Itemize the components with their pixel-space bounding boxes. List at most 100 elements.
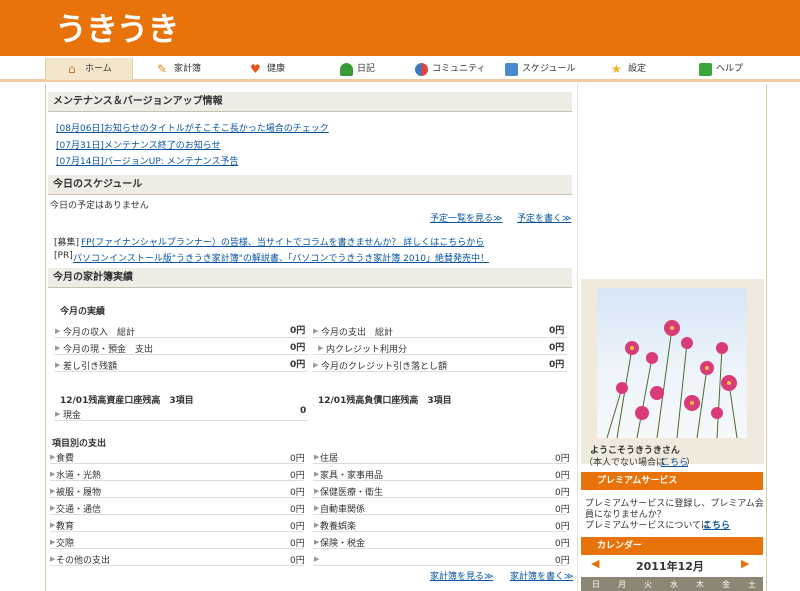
- nav-settings[interactable]: ★ 設定: [611, 58, 646, 80]
- bullet-arrow-icon: ▶: [50, 453, 56, 461]
- nav-health[interactable]: ♥ 健康: [250, 58, 285, 80]
- notice-link[interactable]: パソコンインストール版"うきうき家計簿"の解説書、「パソコンでうきうき家計簿 2…: [73, 251, 489, 264]
- bullet-arrow-icon: ▶: [50, 538, 56, 546]
- kakeibo-header: 今月の家計簿実績: [48, 268, 572, 288]
- schedule-list-link[interactable]: 予定一覧を見る≫: [430, 211, 502, 224]
- nav-label: コミュニティ: [432, 64, 486, 74]
- row-divider: [313, 354, 567, 355]
- maintenance-item[interactable]: [07月14日]バージョンUP: メンテナンス予告: [56, 154, 238, 167]
- bullet-arrow-icon: ▶: [55, 327, 61, 335]
- schedule-write-link[interactable]: 予定を書く≫: [517, 211, 571, 224]
- not-you-suffix: ）: [686, 458, 696, 468]
- category-title: 項目別の支出: [52, 439, 107, 449]
- weekday-label: 木: [696, 580, 704, 589]
- calendar-title: カレンダー: [597, 541, 643, 551]
- calendar-month: 2011年12月: [636, 560, 704, 573]
- bullet-arrow-icon: ▶: [55, 361, 61, 369]
- bullet-arrow-icon: ▶: [55, 410, 61, 418]
- community-icon: [415, 62, 428, 76]
- row-divider: [50, 531, 304, 532]
- notice-prefix: [PR]: [54, 251, 73, 261]
- help-icon: [699, 62, 712, 76]
- result-value: 0円: [290, 360, 306, 370]
- weekday-label: 土: [748, 580, 756, 589]
- asset-value: 0: [300, 406, 307, 416]
- app-header: うきうき: [0, 0, 800, 56]
- assets-title: 12/01残高資産口座残高 3項目: [60, 396, 194, 406]
- maintenance-item[interactable]: [08月06日]お知らせのタイトルがそこそこ長かった場合のチェック: [56, 121, 329, 134]
- bullet-arrow-icon: ▶: [55, 344, 61, 352]
- bullet-arrow-icon: ▶: [313, 361, 319, 369]
- bullet-arrow-icon: ▶: [314, 487, 320, 495]
- bullet-arrow-icon: ▶: [50, 470, 56, 478]
- notice-link[interactable]: FP(ファイナンシャルプランナー）の皆様、当サイトでコラムを書きませんか？ 詳し…: [81, 235, 484, 248]
- maintenance-item[interactable]: [07月31日]メンテナンス終了のお知らせ: [56, 138, 221, 151]
- bullet-arrow-icon: ▶: [314, 538, 320, 546]
- nav-label: スケジュール: [522, 64, 576, 74]
- profile-photo: [597, 288, 747, 438]
- premium-header: プレミアムサービス: [581, 472, 763, 490]
- row-divider: [313, 548, 567, 549]
- premium-link[interactable]: こちら: [703, 518, 730, 531]
- weekday-label: 水: [670, 580, 678, 589]
- row-divider: [50, 480, 304, 481]
- row-divider: [50, 565, 304, 566]
- not-you-link[interactable]: こちら: [661, 455, 688, 468]
- bullet-arrow-icon: ▶: [50, 487, 56, 495]
- row-divider: [54, 354, 308, 355]
- schedule-header: 今日のスケジュール: [48, 175, 572, 195]
- nav-kakeibo[interactable]: ✎ 家計簿: [157, 58, 201, 80]
- result-value: 0円: [549, 360, 565, 370]
- person-icon: [340, 62, 353, 76]
- bullet-arrow-icon: ▶: [314, 453, 320, 461]
- star-icon: ★: [611, 61, 622, 76]
- calendar-icon: [505, 62, 518, 76]
- row-divider: [50, 463, 304, 464]
- bullet-arrow-icon: ▶: [314, 521, 320, 529]
- result-value: 0円: [290, 326, 306, 336]
- premium-title: プレミアムサービス: [597, 476, 678, 486]
- bullet-arrow-icon: ▶: [50, 555, 56, 563]
- pencil-icon: ✎: [157, 61, 168, 76]
- maintenance-header: メンテナンス＆バージョンアップ情報: [48, 92, 572, 112]
- nav-help[interactable]: ヘルプ: [699, 58, 743, 80]
- column-divider: [577, 84, 578, 591]
- not-you-prefix: （本人でない場合は: [584, 458, 666, 468]
- result-value: 0円: [549, 326, 565, 336]
- app-logo[interactable]: うきうき: [55, 4, 179, 50]
- row-divider: [313, 497, 567, 498]
- prev-month-icon[interactable]: ◀: [591, 557, 599, 570]
- result-value: 0円: [549, 343, 565, 353]
- nav-label: 家計簿: [174, 64, 202, 74]
- nav-label: 日記: [357, 64, 376, 74]
- bullet-arrow-icon: ▶: [318, 344, 324, 352]
- nav-home[interactable]: ⌂ ホーム: [45, 58, 133, 80]
- calendar-header: カレンダー: [581, 537, 763, 555]
- kakeibo-view-link[interactable]: 家計簿を見る≫: [430, 569, 493, 582]
- nav-community[interactable]: コミュニティ: [415, 58, 485, 80]
- row-divider: [50, 497, 304, 498]
- row-divider: [50, 514, 304, 515]
- liabilities-title: 12/01残高負債口座残高 3項目: [318, 396, 452, 406]
- weekday-label: 金: [722, 580, 730, 589]
- next-month-icon[interactable]: ▶: [741, 557, 749, 570]
- nav-label: ホーム: [85, 64, 112, 74]
- bullet-arrow-icon: ▶: [314, 470, 320, 478]
- result-value: 0円: [290, 343, 306, 353]
- home-icon: ⌂: [68, 61, 76, 76]
- results-title: 今月の実績: [60, 307, 106, 317]
- bullet-arrow-icon: ▶: [50, 504, 56, 512]
- kakeibo-write-link[interactable]: 家計簿を書く≫: [510, 569, 573, 582]
- bullet-arrow-icon: ▶: [50, 521, 56, 529]
- row-divider: [313, 337, 567, 338]
- row-divider: [313, 514, 567, 515]
- notice-prefix: [募集]: [54, 238, 80, 248]
- bullet-arrow-icon: ▶: [313, 327, 319, 335]
- nav-schedule[interactable]: スケジュール: [505, 58, 575, 80]
- nav-label: ヘルプ: [716, 64, 744, 74]
- premium-text: プレミアムサービスについては: [585, 521, 710, 531]
- row-divider: [54, 337, 308, 338]
- right-border: [766, 84, 767, 591]
- nav-diary[interactable]: 日記: [340, 58, 375, 80]
- bullet-arrow-icon: ▶: [314, 504, 320, 512]
